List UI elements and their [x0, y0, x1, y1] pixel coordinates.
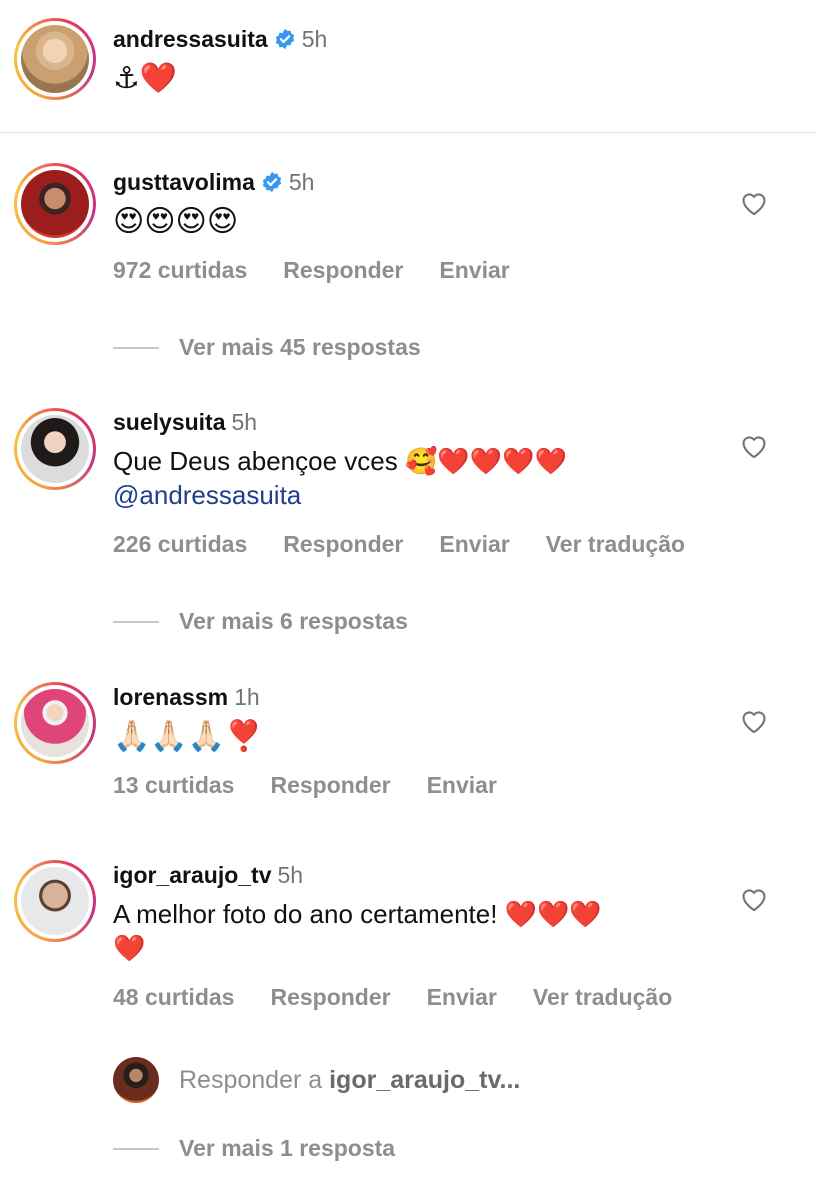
current-user-avatar: [113, 1057, 159, 1103]
like-heart-icon[interactable]: [740, 433, 768, 459]
verified-badge-icon: [262, 171, 282, 193]
like-heart-icon[interactable]: [740, 708, 768, 734]
send-button[interactable]: Enviar: [439, 531, 509, 558]
like-heart-icon[interactable]: [740, 190, 768, 216]
like-heart-icon[interactable]: [740, 886, 768, 912]
verified-badge-icon: [275, 28, 294, 50]
caption-username[interactable]: andressasuita 5h: [113, 26, 327, 53]
view-more-replies[interactable]: Ver mais 45 respostas: [113, 334, 421, 361]
reply-button[interactable]: Responder: [283, 531, 403, 558]
divider-line: [113, 620, 159, 623]
avatar-lorenassm[interactable]: [14, 682, 96, 764]
view-more-replies[interactable]: Ver mais 6 respostas: [113, 608, 408, 635]
comment-username[interactable]: suelysuita 5h: [113, 409, 257, 436]
translate-button[interactable]: Ver tradução: [546, 531, 685, 558]
comment-username[interactable]: gusttavolima 5h: [113, 169, 314, 196]
comment-text: 😍😍😍😍: [113, 205, 239, 238]
comment-username[interactable]: igor_araujo_tv 5h: [113, 862, 303, 889]
comment-actions: 13 curtidas Responder Enviar: [113, 772, 533, 799]
divider: [0, 132, 817, 133]
send-button[interactable]: Enviar: [427, 984, 497, 1011]
view-more-replies[interactable]: Ver mais 1 resposta: [113, 1135, 395, 1162]
caption-text: ⚓❤️: [113, 62, 178, 95]
comment-actions: 48 curtidas Responder Enviar Ver traduçã…: [113, 984, 708, 1011]
comment-text: Que Deus abençoe vces 🥰❤️❤️❤️❤️ @andress…: [113, 446, 567, 510]
reply-button[interactable]: Responder: [283, 257, 403, 284]
send-button[interactable]: Enviar: [427, 772, 497, 799]
reply-button[interactable]: Responder: [270, 772, 390, 799]
mention-link[interactable]: @andressasuita: [113, 480, 301, 510]
translate-button[interactable]: Ver tradução: [533, 984, 672, 1011]
send-button[interactable]: Enviar: [439, 257, 509, 284]
reply-input-prompt[interactable]: Responder a igor_araujo_tv...: [179, 1066, 520, 1095]
comment-actions: 226 curtidas Responder Enviar Ver traduç…: [113, 531, 721, 558]
comment-text: 🙏🏻🙏🏻🙏🏻❣️: [113, 720, 263, 753]
likes-count[interactable]: 226 curtidas: [113, 531, 247, 558]
comment-actions: 972 curtidas Responder Enviar: [113, 257, 546, 284]
likes-count[interactable]: 48 curtidas: [113, 984, 234, 1011]
comment-username[interactable]: lorenassm 1h: [113, 684, 260, 711]
avatar-igor-araujo-tv[interactable]: [14, 860, 96, 942]
likes-count[interactable]: 13 curtidas: [113, 772, 234, 799]
avatar-suelysuita[interactable]: [14, 408, 96, 490]
divider-line: [113, 1147, 159, 1150]
avatar-gusttavolima[interactable]: [14, 163, 96, 245]
reply-button[interactable]: Responder: [270, 984, 390, 1011]
likes-count[interactable]: 972 curtidas: [113, 257, 247, 284]
divider-line: [113, 346, 159, 349]
comment-text: A melhor foto do ano certamente! ❤️❤️❤️ …: [113, 899, 602, 963]
avatar-andressasuita[interactable]: [14, 18, 96, 100]
